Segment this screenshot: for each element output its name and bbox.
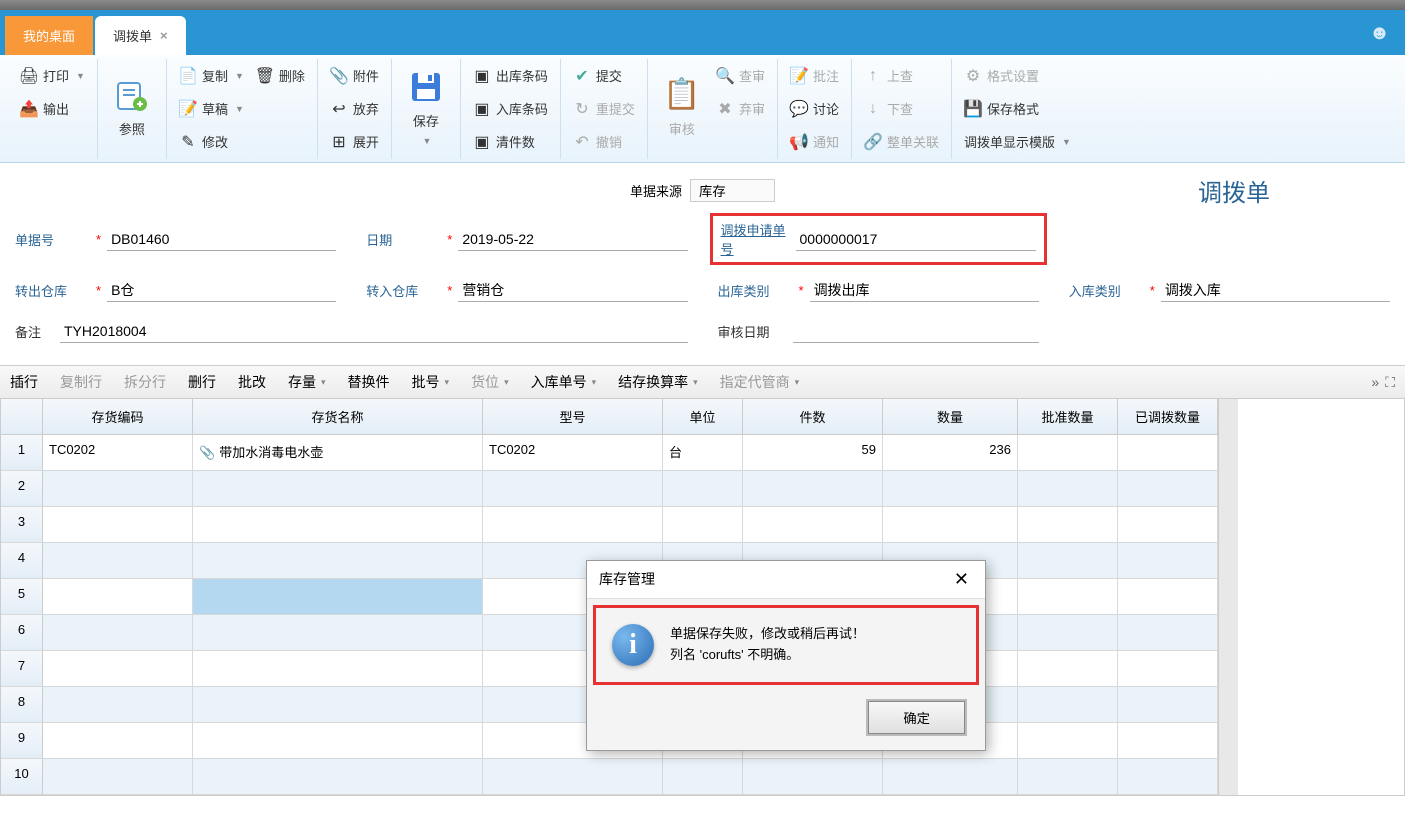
notify-button: 📢通知 xyxy=(784,125,845,158)
traceup-button: ↑上查 xyxy=(858,59,945,92)
close-icon[interactable]: ✕ xyxy=(950,569,973,590)
scrollbar[interactable] xyxy=(1218,399,1238,795)
close-icon[interactable]: × xyxy=(160,28,168,43)
inwh-field[interactable] xyxy=(458,279,687,302)
col-allocqty[interactable]: 已调拨数量 xyxy=(1118,399,1218,435)
auditdate-field[interactable] xyxy=(793,320,1039,343)
inbound-no-button[interactable]: 入库单号▾ xyxy=(531,372,597,392)
more-icon[interactable]: » xyxy=(1371,374,1379,391)
revoke-button: ↶撤销 xyxy=(567,125,641,158)
tab-home[interactable]: 我的桌面 xyxy=(5,16,93,55)
source-input[interactable] xyxy=(690,179,775,202)
docno-field[interactable] xyxy=(107,228,336,251)
abandon-button: ✖弃审 xyxy=(710,92,771,125)
resubmit-button: ↻重提交 xyxy=(567,92,641,125)
expand-button[interactable]: ⊞展开 xyxy=(324,125,385,158)
attach-button[interactable]: 📎附件 xyxy=(324,59,385,92)
stock-button[interactable]: 存量▾ xyxy=(288,372,326,392)
print-button[interactable]: 🖨打印▼ xyxy=(14,59,91,92)
dialog-message: 单据保存失败，修改或稍后再试！ 列名 'corufts' 不明确。 xyxy=(670,624,865,666)
error-dialog: 库存管理 ✕ i 单据保存失败，修改或稍后再试！ 列名 'corufts' 不明… xyxy=(586,560,986,751)
delete-button[interactable]: 🗑删除 xyxy=(250,59,311,92)
attachment-icon[interactable]: 📎 xyxy=(199,445,215,460)
save-button[interactable]: 保存▼ xyxy=(398,59,454,155)
clearqty-button[interactable]: ▣清件数 xyxy=(467,125,554,158)
outtype-field[interactable] xyxy=(810,279,1039,302)
col-pieces[interactable]: 件数 xyxy=(743,399,883,435)
submit-button[interactable]: ✔提交 xyxy=(567,59,641,92)
discuss-button[interactable]: 💬讨论 xyxy=(784,92,845,125)
outbarcode-button[interactable]: ▣出库条码 xyxy=(467,59,554,92)
review-button: 🔍查审 xyxy=(710,59,771,92)
tab-bar: 我的桌面 调拨单 × ☻ xyxy=(0,10,1405,55)
copy-row-button: 复制行 xyxy=(60,372,102,392)
reference-button[interactable]: 参照 xyxy=(104,59,160,155)
location-button: 货位▾ xyxy=(471,372,509,392)
discard-button[interactable]: ↩放弃 xyxy=(324,92,385,125)
col-code[interactable]: 存货编码 xyxy=(43,399,193,435)
info-icon: i xyxy=(612,624,654,666)
tracedown-button: ↓下查 xyxy=(858,92,945,125)
outwh-field[interactable] xyxy=(107,279,336,302)
split-row-button: 拆分行 xyxy=(124,372,166,392)
grid-toolbar: 插行 复制行 拆分行 删行 批改 存量▾ 替换件 批号▾ 货位▾ 入库单号▾ 结… xyxy=(0,365,1405,399)
cell-name[interactable]: 📎带加水消毒电水壶 xyxy=(193,435,483,471)
insert-row-button[interactable]: 插行 xyxy=(10,372,38,392)
col-name[interactable]: 存货名称 xyxy=(193,399,483,435)
col-model[interactable]: 型号 xyxy=(483,399,663,435)
replace-button[interactable]: 替换件 xyxy=(348,372,390,392)
tab-transfer[interactable]: 调拨单 × xyxy=(95,16,186,55)
date-field[interactable] xyxy=(458,228,687,251)
smiley-icon[interactable]: ☻ xyxy=(1369,22,1390,45)
col-unit[interactable]: 单位 xyxy=(663,399,743,435)
delete-row-button[interactable]: 删行 xyxy=(188,372,216,392)
cell-code[interactable]: TC0202 xyxy=(43,435,193,471)
intype-field[interactable] xyxy=(1161,279,1390,302)
source-label: 单据来源 xyxy=(630,181,682,200)
conversion-button[interactable]: 结存换算率▾ xyxy=(618,372,698,392)
edit-button[interactable]: ✎修改 xyxy=(173,125,250,158)
selected-cell[interactable] xyxy=(193,579,483,615)
maximize-icon[interactable]: ⛶ xyxy=(1385,374,1395,391)
audit-button: 📋审核 xyxy=(654,59,710,155)
draft-button[interactable]: 📝草稿▼ xyxy=(173,92,250,125)
col-apprqty[interactable]: 批准数量 xyxy=(1018,399,1118,435)
export-button[interactable]: 📤输出 xyxy=(14,92,91,125)
ribbon: 🖨打印▼ 📤输出 参照 📄复制▼ 📝草稿▼ ✎修改 🗑删除 📎附件 ↩放弃 ⊞展… xyxy=(0,55,1405,163)
ok-button[interactable]: 确定 xyxy=(868,701,965,734)
form: 单据来源 调拨单 单据号* 日期* 调拨申请单号 转出仓库* 转入仓库* 出库类… xyxy=(0,163,1405,365)
reqno-field[interactable] xyxy=(796,228,1036,251)
linkall-button: 🔗整单关联 xyxy=(858,125,945,158)
format-button: ⚙格式设置 xyxy=(958,59,1077,92)
request-no-highlight: 调拨申请单号 xyxy=(710,213,1047,265)
inbarcode-button[interactable]: ▣入库条码 xyxy=(467,92,554,125)
page-title: 调拨单 xyxy=(1198,173,1270,208)
batch-button[interactable]: 批号▾ xyxy=(412,372,450,392)
dialog-title: 库存管理 xyxy=(599,569,655,590)
savefmt-button[interactable]: 💾保存格式 xyxy=(958,92,1077,125)
col-qty[interactable]: 数量 xyxy=(883,399,1018,435)
remark-field[interactable] xyxy=(60,320,688,343)
template-button[interactable]: 调拨单显示模版▼ xyxy=(958,125,1077,158)
batch-mod-button[interactable]: 批改 xyxy=(238,372,266,392)
copy-button[interactable]: 📄复制▼ xyxy=(173,59,250,92)
agent-button: 指定代管商▾ xyxy=(720,372,800,392)
note-button: 📝批注 xyxy=(784,59,845,92)
